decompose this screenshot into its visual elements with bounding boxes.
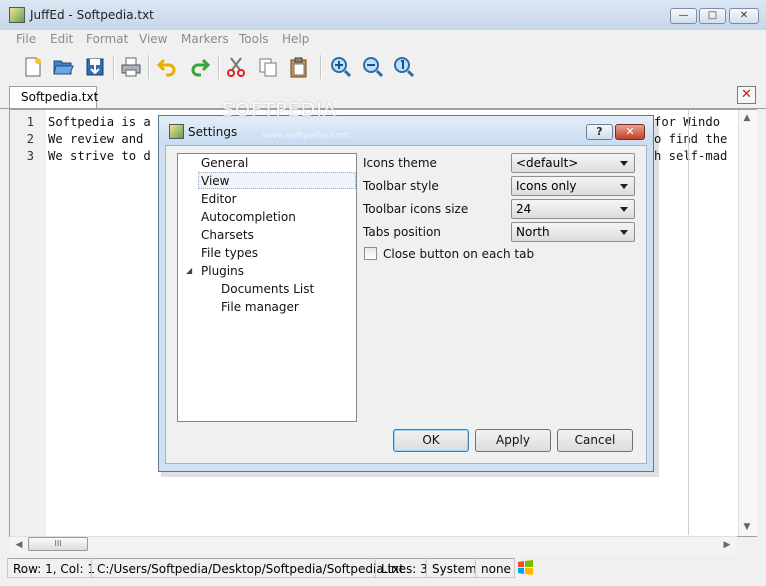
scroll-left-icon[interactable]: ◀	[12, 538, 26, 552]
tabs-position-value: North	[516, 225, 550, 239]
menu-tools[interactable]: Tools	[239, 32, 269, 46]
new-file-icon[interactable]	[20, 54, 46, 80]
dialog-app-icon	[169, 124, 184, 139]
code-line-tail[interactable]: h self-mad	[654, 149, 727, 163]
app-icon	[9, 7, 25, 23]
dialog-title: Settings	[188, 125, 238, 139]
line-number-gutter	[10, 110, 46, 536]
tab-bar	[0, 84, 766, 109]
menu-view[interactable]: View	[139, 32, 167, 46]
code-line[interactable]: We review and	[48, 132, 143, 146]
horizontal-scroll-thumb[interactable]: III	[28, 537, 88, 551]
tree-item-charsets[interactable]: Charsets	[201, 228, 254, 242]
copy-icon[interactable]	[255, 54, 281, 80]
dialog-help-button[interactable]: ?	[586, 124, 613, 140]
undo-icon[interactable]	[154, 54, 180, 80]
zoom-in-icon[interactable]	[328, 54, 354, 80]
zoom-out-icon[interactable]	[360, 54, 386, 80]
minimize-button[interactable]: —	[670, 8, 697, 24]
toolbar-separator	[113, 55, 115, 79]
right-margin-line	[688, 110, 689, 535]
apply-button[interactable]: Apply	[475, 429, 551, 452]
toolbar-separator	[218, 55, 220, 79]
close-button-on-each-tab-checkbox[interactable]	[364, 247, 377, 260]
toolbar-icons-size-label: Toolbar icons size	[363, 202, 469, 216]
cut-icon[interactable]	[223, 54, 249, 80]
scroll-up-icon[interactable]: ▲	[738, 111, 756, 125]
line-number: 1	[26, 115, 34, 129]
tree-item-autocompletion[interactable]: Autocompletion	[201, 210, 296, 224]
window-close-button[interactable]: ✕	[729, 8, 759, 24]
line-number: 2	[26, 132, 34, 146]
code-line-tail[interactable]: o find the	[654, 132, 727, 146]
close-tab-button[interactable]: ✕	[737, 86, 756, 104]
status-syntax[interactable]: none	[475, 558, 515, 578]
menu-format[interactable]: Format	[86, 32, 128, 46]
menu-edit[interactable]: Edit	[50, 32, 73, 46]
tree-item-file-types[interactable]: File types	[201, 246, 258, 260]
icons-theme-label: Icons theme	[363, 156, 437, 170]
line-number: 3	[26, 149, 34, 163]
scroll-down-icon[interactable]: ▼	[738, 520, 756, 534]
status-cursor-position: Row: 1, Col: 1	[7, 558, 95, 578]
status-file-path: C:/Users/Softpedia/Desktop/Softpedia/Sof…	[91, 558, 404, 578]
tree-item-documents-list[interactable]: Documents List	[221, 282, 314, 296]
tree-item-general[interactable]: General	[201, 156, 248, 170]
watermark-url: www.softpedia.com	[262, 131, 350, 141]
zoom-reset-icon[interactable]	[391, 54, 417, 80]
toolbar-style-value: Icons only	[516, 179, 577, 193]
chevron-down-icon	[620, 161, 628, 166]
windows-logo-icon	[517, 559, 534, 576]
menu-file[interactable]: File	[16, 32, 36, 46]
redo-icon[interactable]	[187, 54, 213, 80]
toolbar-style-label: Toolbar style	[363, 179, 439, 193]
status-line-count: Lines: 3	[375, 558, 428, 578]
tree-item-view[interactable]: View	[201, 174, 229, 188]
chevron-down-icon	[620, 230, 628, 235]
tree-item-file-manager[interactable]: File manager	[221, 300, 299, 314]
window-title: JuffEd - Softpedia.txt	[30, 8, 154, 22]
dialog-close-button[interactable]: ✕	[615, 124, 645, 140]
maximize-button[interactable]: □	[699, 8, 726, 24]
tree-item-plugins[interactable]: Plugins	[201, 264, 244, 278]
menu-markers[interactable]: Markers	[181, 32, 229, 46]
ok-button[interactable]: OK	[393, 429, 469, 452]
tab-softpedia-txt[interactable]: Softpedia.txt	[9, 86, 98, 108]
code-line[interactable]: Softpedia is a	[48, 115, 151, 129]
horizontal-scrollbar[interactable]	[10, 536, 737, 554]
cancel-button[interactable]: Cancel	[557, 429, 633, 452]
chevron-down-icon	[620, 207, 628, 212]
status-charset[interactable]: System	[426, 558, 477, 578]
scroll-right-icon[interactable]: ▶	[720, 538, 734, 552]
print-icon[interactable]	[118, 54, 144, 80]
chevron-down-icon	[620, 184, 628, 189]
tree-item-editor[interactable]: Editor	[201, 192, 237, 206]
icons-theme-select[interactable]: <default>	[511, 153, 635, 173]
toolbar-icons-size-value: 24	[516, 202, 532, 216]
toolbar-style-select[interactable]: Icons only	[511, 176, 635, 196]
watermark: SOFTPEDIA	[222, 99, 337, 121]
tabs-position-select[interactable]: North	[511, 222, 635, 242]
expanded-arrow-icon[interactable]: ◢	[186, 266, 192, 275]
code-line[interactable]: We strive to d	[48, 149, 151, 163]
open-folder-icon[interactable]	[50, 54, 76, 80]
close-button-on-each-tab-label[interactable]: Close button on each tab	[383, 247, 534, 261]
toolbar-separator	[320, 55, 322, 79]
paste-icon[interactable]	[286, 54, 312, 80]
toolbar-separator	[148, 55, 150, 79]
tabs-position-label: Tabs position	[363, 225, 441, 239]
icons-theme-value: <default>	[516, 156, 579, 170]
save-icon[interactable]	[82, 54, 108, 80]
toolbar-icons-size-select[interactable]: 24	[511, 199, 635, 219]
vertical-scrollbar[interactable]	[738, 110, 757, 536]
menu-help[interactable]: Help	[282, 32, 309, 46]
